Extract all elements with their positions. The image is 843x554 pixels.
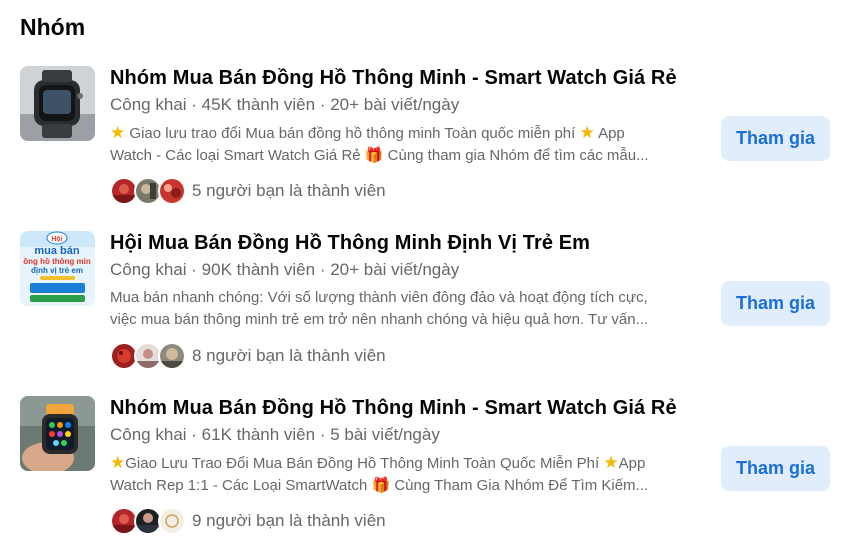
star-icon: ★ [110,453,126,472]
group-description: ★ Giao lưu trao đổi Mua bán đồng hồ thôn… [110,122,695,167]
description-line: Watch - Các loại Smart Watch Giá Rẻ [110,147,365,164]
avatar[interactable] [158,177,186,205]
group-privacy: Công khai [110,425,187,444]
group-name[interactable]: Hội Mua Bán Đồng Hồ Thông Minh Định Vị T… [110,232,590,255]
group-result-item: Hội mua bán ồng hồ thông min định vị trẻ… [0,229,843,394]
group-members: 90K thành viên [201,260,316,279]
join-button[interactable]: Tham gia [721,116,830,161]
friends-in-group: 5 người bạn là thành viên [110,176,386,206]
hand-holding-watch-photo-icon [20,396,95,471]
group-meta: Công khai · 90K thành viên · 20+ bài viế… [110,260,459,280]
meta-separator: · [315,95,331,114]
avatar[interactable] [158,507,186,535]
friends-count: 9 người bạn là thành viên [192,511,386,530]
group-members: 61K thành viên [201,425,316,444]
description-line-end: App [594,125,625,142]
group-posts: 20+ bài viết/ngày [330,95,460,114]
friend-avatars [110,342,186,370]
group-thumbnail[interactable] [20,396,95,471]
meta-separator: · [186,260,202,279]
friends-count: 5 người bạn là thành viên [192,181,386,200]
description-line-end: App [618,455,646,472]
group-description: ★Giao Lưu Trao Đổi Mua Bán Đồng Hồ Thông… [110,452,695,497]
svg-text:định vị trẻ em: định vị trẻ em [31,266,83,275]
group-thumbnail[interactable] [20,66,95,141]
group-posts: 20+ bài viết/ngày [330,260,460,279]
group-description: Mua bán nhanh chóng: Với số lượng thành … [110,287,695,331]
star-icon: ★ [579,123,595,142]
friend-avatars [110,177,186,205]
meta-separator: · [315,425,331,444]
svg-text:Hội: Hội [51,236,62,243]
kids-watch-banner-icon: Hội mua bán ồng hồ thông min định vị trẻ… [20,231,95,306]
star-icon: ★ [603,453,619,472]
group-name[interactable]: Nhóm Mua Bán Đồng Hồ Thông Minh - Smart … [110,397,677,420]
description-line: Mua bán nhanh chóng: Với số lượng thành … [110,289,648,306]
group-result-item: Nhóm Mua Bán Đồng Hồ Thông Minh - Smart … [0,394,843,554]
friend-avatars [110,507,186,535]
group-meta: Công khai · 45K thành viên · 20+ bài viế… [110,95,459,115]
group-result-item: Nhóm Mua Bán Đồng Hồ Thông Minh - Smart … [0,64,843,229]
meta-separator: · [186,425,202,444]
smartwatch-photo-icon [20,66,95,141]
friends-count: 8 người bạn là thành viên [192,346,386,365]
friends-in-group: 8 người bạn là thành viên [110,341,386,371]
group-thumbnail[interactable]: Hội mua bán ồng hồ thông min định vị trẻ… [20,231,95,306]
star-icon: ★ [110,123,126,142]
join-button[interactable]: Tham gia [721,446,830,491]
avatar[interactable] [158,342,186,370]
description-line: Giao lưu trao đổi Mua bán đồng hồ thông … [125,125,580,142]
description-line: việc mua bán thông minh trẻ em trở nên n… [110,311,649,328]
gift-icon: 🎁 [364,147,384,164]
group-meta: Công khai · 61K thành viên · 5 bài viết/… [110,425,440,445]
section-title: Nhóm [20,14,86,40]
description-line: Giao Lưu Trao Đổi Mua Bán Đồng Hồ Thông … [125,455,604,472]
svg-text:mua bán: mua bán [34,245,80,257]
group-privacy: Công khai [110,260,187,279]
description-line: Watch Rep 1:1 - Các Loại SmartWatch [110,477,372,494]
group-posts: 5 bài viết/ngày [330,425,440,444]
description-line-end: Cùng Tham Gia Nhóm Để Tìm Kiếm... [390,477,649,494]
description-line-end: Cùng tham gia Nhóm để tìm các mẫu... [383,147,649,164]
svg-text:ồng hồ thông min: ồng hồ thông min [23,257,91,266]
friends-in-group: 9 người bạn là thành viên [110,506,386,536]
group-privacy: Công khai [110,95,187,114]
meta-separator: · [315,260,331,279]
meta-separator: · [186,95,202,114]
group-name[interactable]: Nhóm Mua Bán Đồng Hồ Thông Minh - Smart … [110,67,677,90]
join-button[interactable]: Tham gia [721,281,830,326]
group-members: 45K thành viên [201,95,316,114]
gift-icon: 🎁 [371,477,391,494]
